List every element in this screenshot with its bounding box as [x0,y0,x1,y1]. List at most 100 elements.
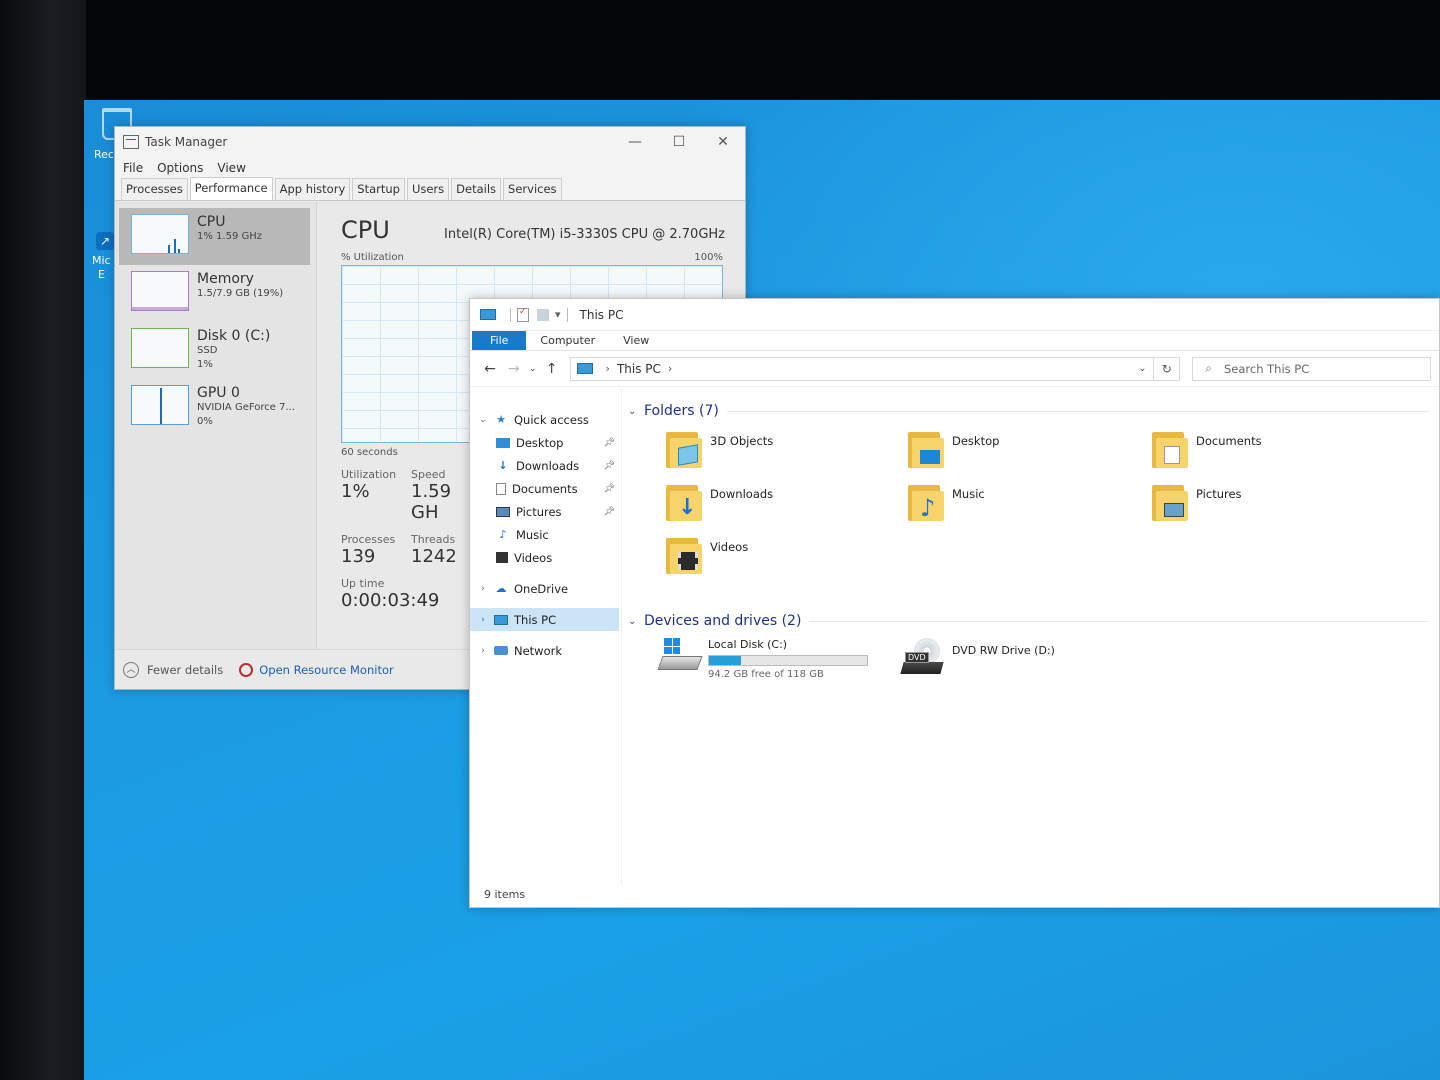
drive-free-space: 94.2 GB free of 118 GB [708,669,824,680]
ribbon-tab-file[interactable]: File [472,331,527,350]
cpu-heading: CPU [341,216,390,244]
nav-label: This PC [514,612,557,627]
folder-videos[interactable]: Videos [666,536,748,576]
nav-network[interactable]: › Network [470,639,621,662]
new-folder-icon[interactable] [537,308,549,321]
chevron-right-icon[interactable]: › [476,584,490,594]
folder-3d-objects[interactable]: 3D Objects [666,430,773,470]
folders-group-header[interactable]: ⌄ Folders (7) [628,398,1439,424]
menu-view[interactable]: View [217,161,245,175]
customize-toolbar-icon[interactable]: ▾ [555,308,561,321]
quick-access-toolbar: ▾ [480,307,574,322]
edge-icon: ↗ [96,232,114,250]
folder-documents[interactable]: Documents [1152,430,1262,470]
open-resource-monitor-link[interactable]: Open Resource Monitor [259,663,393,677]
resource-gpu[interactable]: GPU 0 NVIDIA GeForce 7... 0% [119,379,310,436]
tab-app-history[interactable]: App history [274,178,351,200]
chevron-right-icon[interactable]: › [476,615,490,625]
search-input[interactable]: ⌕ Search This PC [1192,356,1432,381]
drive-usage-bar [708,655,868,666]
drive-name: Local Disk (C:) [708,638,788,651]
folder-music[interactable]: ♪ Music [908,483,985,523]
tab-performance[interactable]: Performance [189,177,273,200]
nav-onedrive[interactable]: › ☁ OneDrive [470,577,621,600]
folder-label: Desktop [952,434,1000,448]
drive-name: DVD RW Drive (D:) [952,644,1055,657]
menu-options[interactable]: Options [157,161,203,175]
desktop-icon [496,437,510,448]
folder-desktop[interactable]: Desktop [908,430,999,470]
resource-list: CPU 1% 1.59 GHz Memory 1.5/7.9 GB (19%) … [115,202,317,649]
breadcrumb-chevron-icon[interactable]: › [606,362,610,375]
chevron-up-icon[interactable]: ︿ [123,661,139,678]
address-bar[interactable]: › This PC › ⌄ [569,356,1155,381]
nav-downloads[interactable]: ↓ Downloads 📌︎ [470,454,621,477]
up-arrow-icon[interactable]: ↑ [540,361,564,377]
ribbon-tab-computer[interactable]: Computer [526,331,609,350]
tab-details[interactable]: Details [451,178,502,200]
gpu-mini-graph [131,385,189,425]
tab-processes[interactable]: Processes [121,178,188,200]
chevron-down-icon[interactable]: ⌄ [628,616,638,627]
file-explorer-window: ▾ This PC File Computer View ← → ⌄ ↑ › T… [469,298,1440,908]
chevron-right-icon[interactable]: › [476,646,490,656]
nav-pictures[interactable]: Pictures 📌︎ [470,500,621,523]
back-arrow-icon[interactable]: ← [478,361,502,377]
window-title: This PC [579,307,624,322]
breadcrumb-this-pc[interactable]: This PC [617,362,661,376]
maximize-button[interactable]: ☐ [657,127,701,157]
folder-3d-objects-icon [666,430,702,470]
nav-videos[interactable]: Videos [470,546,621,569]
resource-cpu[interactable]: CPU 1% 1.59 GHz [119,208,310,265]
folder-label: 3D Objects [710,434,774,448]
address-toolbar: ← → ⌄ ↑ › This PC › ⌄ ↻ ⌕ Search This PC [470,351,1439,387]
group-title: Devices and drives (2) [644,613,802,629]
nav-music[interactable]: ♪ Music [470,523,621,546]
picture-icon [496,506,510,517]
chevron-down-icon[interactable]: ⌄ [628,406,638,417]
task-manager-titlebar[interactable]: Task Manager — ☐ ✕ [115,127,745,157]
menu-bar: File Options View [115,157,745,179]
star-icon: ★ [496,413,506,426]
close-button[interactable]: ✕ [701,127,745,157]
resource-detail: 1% 1.59 GHz [197,231,263,242]
drives-grid: Local Disk (C:) 94.2 GB free of 118 GB D… [628,634,1439,714]
explorer-titlebar[interactable]: ▾ This PC [470,299,1439,331]
chevron-down-icon[interactable]: ⌄ [476,415,490,425]
forward-arrow-icon[interactable]: → [502,361,526,377]
ribbon-tab-view[interactable]: View [609,331,663,350]
status-bar-item-count: 9 items [484,888,526,901]
folder-label: Videos [710,540,749,554]
tab-services[interactable]: Services [503,178,562,200]
folder-downloads[interactable]: ↓ Downloads [666,483,773,523]
nav-label: Desktop [516,435,564,450]
nav-label: Quick access [514,412,589,427]
tab-startup[interactable]: Startup [352,178,405,200]
chevron-down-icon[interactable]: ⌄ [1131,363,1153,374]
nav-label: OneDrive [514,581,569,596]
menu-file[interactable]: File [123,161,143,175]
resource-memory[interactable]: Memory 1.5/7.9 GB (19%) [119,265,310,322]
nav-label: Videos [514,550,553,565]
hard-drive-icon [657,636,703,672]
nav-label: Pictures [516,504,562,519]
minimize-button[interactable]: — [613,127,657,157]
folder-pictures[interactable]: Pictures [1152,483,1242,523]
drive-dvd-d[interactable]: DVD DVD RW Drive (D:) [900,638,1055,678]
utilization-label: Utilization [341,468,397,481]
fewer-details-button[interactable]: Fewer details [147,663,223,677]
folder-videos-icon [666,536,702,576]
recent-locations-icon[interactable]: ⌄ [526,364,540,374]
nav-quick-access[interactable]: ⌄ ★ Quick access [470,408,621,431]
devices-group-header[interactable]: ⌄ Devices and drives (2) [628,608,1439,634]
nav-documents[interactable]: Documents 📌︎ [470,477,621,500]
cloud-icon: ☁ [495,582,507,595]
drive-local-disk-c[interactable]: Local Disk (C:) 94.2 GB free of 118 GB [657,636,868,680]
properties-icon[interactable] [517,307,529,322]
tab-users[interactable]: Users [406,178,450,200]
nav-desktop[interactable]: Desktop 📌︎ [470,431,621,454]
refresh-icon[interactable]: ↻ [1154,356,1181,381]
nav-this-pc[interactable]: › This PC [470,608,619,631]
resource-disk[interactable]: Disk 0 (C:) SSD 1% [119,322,310,379]
breadcrumb-chevron-icon[interactable]: › [668,362,672,375]
